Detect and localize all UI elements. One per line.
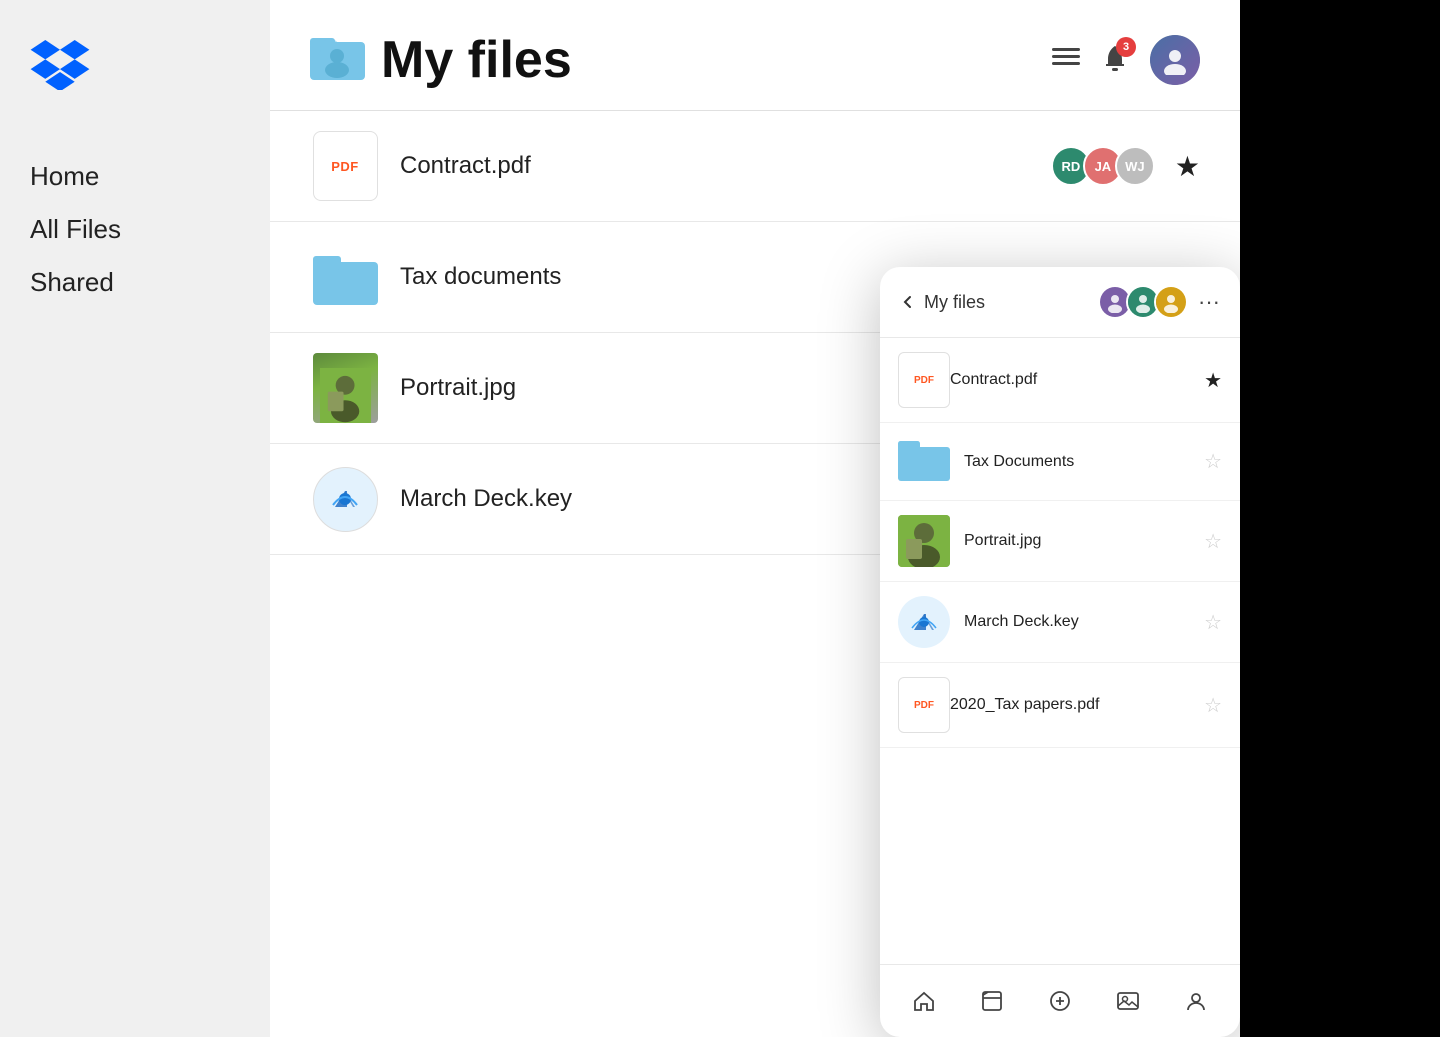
notification-button[interactable]: 3 [1100, 43, 1130, 78]
panel-file-name-march-deck: March Deck.key [964, 613, 1204, 631]
panel-nav-files[interactable] [972, 981, 1012, 1021]
file-icon-march-deck [310, 464, 380, 534]
panel-header: My files [880, 267, 1240, 338]
folder-icon [310, 30, 365, 90]
panel-file-name-portrait: Portrait.jpg [964, 532, 1204, 550]
keynote-icon [313, 467, 378, 532]
page-title: My files [381, 30, 572, 90]
panel-more-button[interactable]: ··· [1198, 289, 1220, 315]
file-item-contract[interactable]: PDF Contract.pdf RD JA WJ ★ [270, 111, 1240, 222]
panel-portrait-thumbnail [898, 515, 950, 567]
panel-file-name-contract: Contract.pdf [950, 371, 1204, 389]
panel-avatars [1098, 285, 1188, 319]
star-contract[interactable]: ★ [1175, 150, 1200, 183]
panel-star-contract[interactable]: ★ [1204, 368, 1222, 393]
avatar-wj: WJ [1115, 146, 1155, 186]
dropbox-logo [30, 40, 240, 95]
user-avatar[interactable] [1150, 35, 1200, 85]
panel-nav-account[interactable] [1176, 981, 1216, 1021]
panel-title: My files [924, 292, 985, 313]
panel-nav-home[interactable] [904, 981, 944, 1021]
header-right: 3 [1052, 35, 1200, 85]
page-header: My files 3 [270, 0, 1240, 111]
sidebar: Home All Files Shared [0, 0, 270, 1037]
notification-badge: 3 [1116, 37, 1136, 57]
file-avatars-contract: RD JA WJ [1051, 146, 1155, 186]
sidebar-navigation: Home All Files Shared [30, 155, 240, 304]
file-icon-tax [310, 242, 380, 312]
panel-file-item-contract[interactable]: PDF Contract.pdf ★ [880, 338, 1240, 423]
panel-star-march-deck[interactable]: ☆ [1204, 610, 1222, 635]
file-icon-portrait [310, 353, 380, 423]
right-black-area [1240, 0, 1440, 1037]
main-content: My files 3 [270, 0, 1240, 1037]
panel-avatar-3 [1154, 285, 1188, 319]
panel-back-button[interactable]: My files [900, 292, 985, 313]
header-left: My files [310, 30, 572, 90]
panel-file-item-tax[interactable]: Tax Documents ☆ [880, 423, 1240, 501]
panel-star-tax[interactable]: ☆ [1204, 449, 1222, 474]
mobile-panel: My files [880, 267, 1240, 1037]
file-name-contract: Contract.pdf [400, 152, 1051, 180]
panel-header-right: ··· [1098, 285, 1220, 319]
panel-file-name-tax-papers: 2020_Tax papers.pdf [950, 696, 1204, 714]
sidebar-item-shared[interactable]: Shared [30, 261, 240, 304]
panel-file-item-march-deck[interactable]: March Deck.key ☆ [880, 582, 1240, 663]
sidebar-item-home[interactable]: Home [30, 155, 240, 198]
panel-nav-add[interactable] [1040, 981, 1080, 1021]
panel-nav-photos[interactable] [1108, 981, 1148, 1021]
panel-bottom-nav [880, 964, 1240, 1037]
file-icon-contract: PDF [310, 131, 380, 201]
sidebar-item-all-files[interactable]: All Files [30, 208, 240, 251]
panel-star-portrait[interactable]: ☆ [1204, 529, 1222, 554]
panel-file-list: PDF Contract.pdf ★ Tax Documents ☆ [880, 338, 1240, 964]
panel-file-item-portrait[interactable]: Portrait.jpg ☆ [880, 501, 1240, 582]
user-avatar-placeholder [1150, 35, 1200, 85]
pdf-icon: PDF [313, 131, 378, 201]
panel-star-tax-papers[interactable]: ☆ [1204, 693, 1222, 718]
panel-file-item-tax-papers[interactable]: PDF 2020_Tax papers.pdf ☆ [880, 663, 1240, 748]
panel-keynote-icon [898, 596, 950, 648]
menu-icon[interactable] [1052, 43, 1080, 78]
portrait-thumbnail [313, 353, 378, 423]
panel-file-name-tax: Tax Documents [964, 453, 1204, 471]
panel-folder-icon-tax [898, 437, 950, 486]
panel-pdf-icon-tax-papers: PDF [898, 677, 950, 733]
panel-pdf-icon-contract: PDF [898, 352, 950, 408]
